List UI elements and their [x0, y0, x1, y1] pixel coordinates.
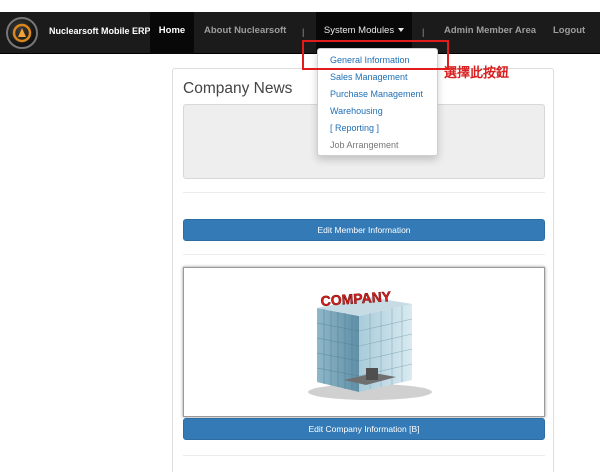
- page: Nuclearsoft Mobile ERP Home About Nuclea…: [0, 0, 600, 472]
- edit-company-information-button[interactable]: Edit Company Information [B]: [183, 418, 545, 440]
- brand-logo-icon[interactable]: [6, 17, 38, 49]
- menu-item-purchase-management[interactable]: Purchase Management: [330, 89, 423, 99]
- nav-home[interactable]: Home: [150, 12, 194, 54]
- divider: [183, 455, 545, 456]
- highlight-box: [302, 40, 449, 70]
- building-door: [366, 368, 378, 380]
- menu-item-job-arrangement[interactable]: Job Arrangement: [330, 140, 399, 150]
- menu-item-reporting[interactable]: [ Reporting ]: [330, 123, 379, 133]
- company-image: COMPANY: [183, 267, 545, 417]
- menu-item-warehousing[interactable]: Warehousing: [330, 106, 383, 116]
- nav-admin-member-area[interactable]: Admin Member Area: [444, 12, 536, 54]
- menu-item-sales-management[interactable]: Sales Management: [330, 72, 408, 82]
- brand-name[interactable]: Nuclearsoft Mobile ERP: [49, 26, 151, 36]
- annotation-text: 選擇此按鈕: [444, 66, 510, 81]
- nav-logout[interactable]: Logout: [553, 12, 585, 54]
- top-navbar: Nuclearsoft Mobile ERP Home About Nuclea…: [0, 12, 600, 54]
- company-news-title: Company News: [183, 80, 293, 97]
- divider: [183, 254, 545, 255]
- caret-down-icon: [398, 28, 405, 33]
- divider: [183, 192, 545, 193]
- nav-system-modules-label: System Modules: [323, 25, 395, 36]
- edit-member-information-button[interactable]: Edit Member Information: [183, 219, 545, 241]
- nav-about[interactable]: About Nuclearsoft: [204, 12, 286, 54]
